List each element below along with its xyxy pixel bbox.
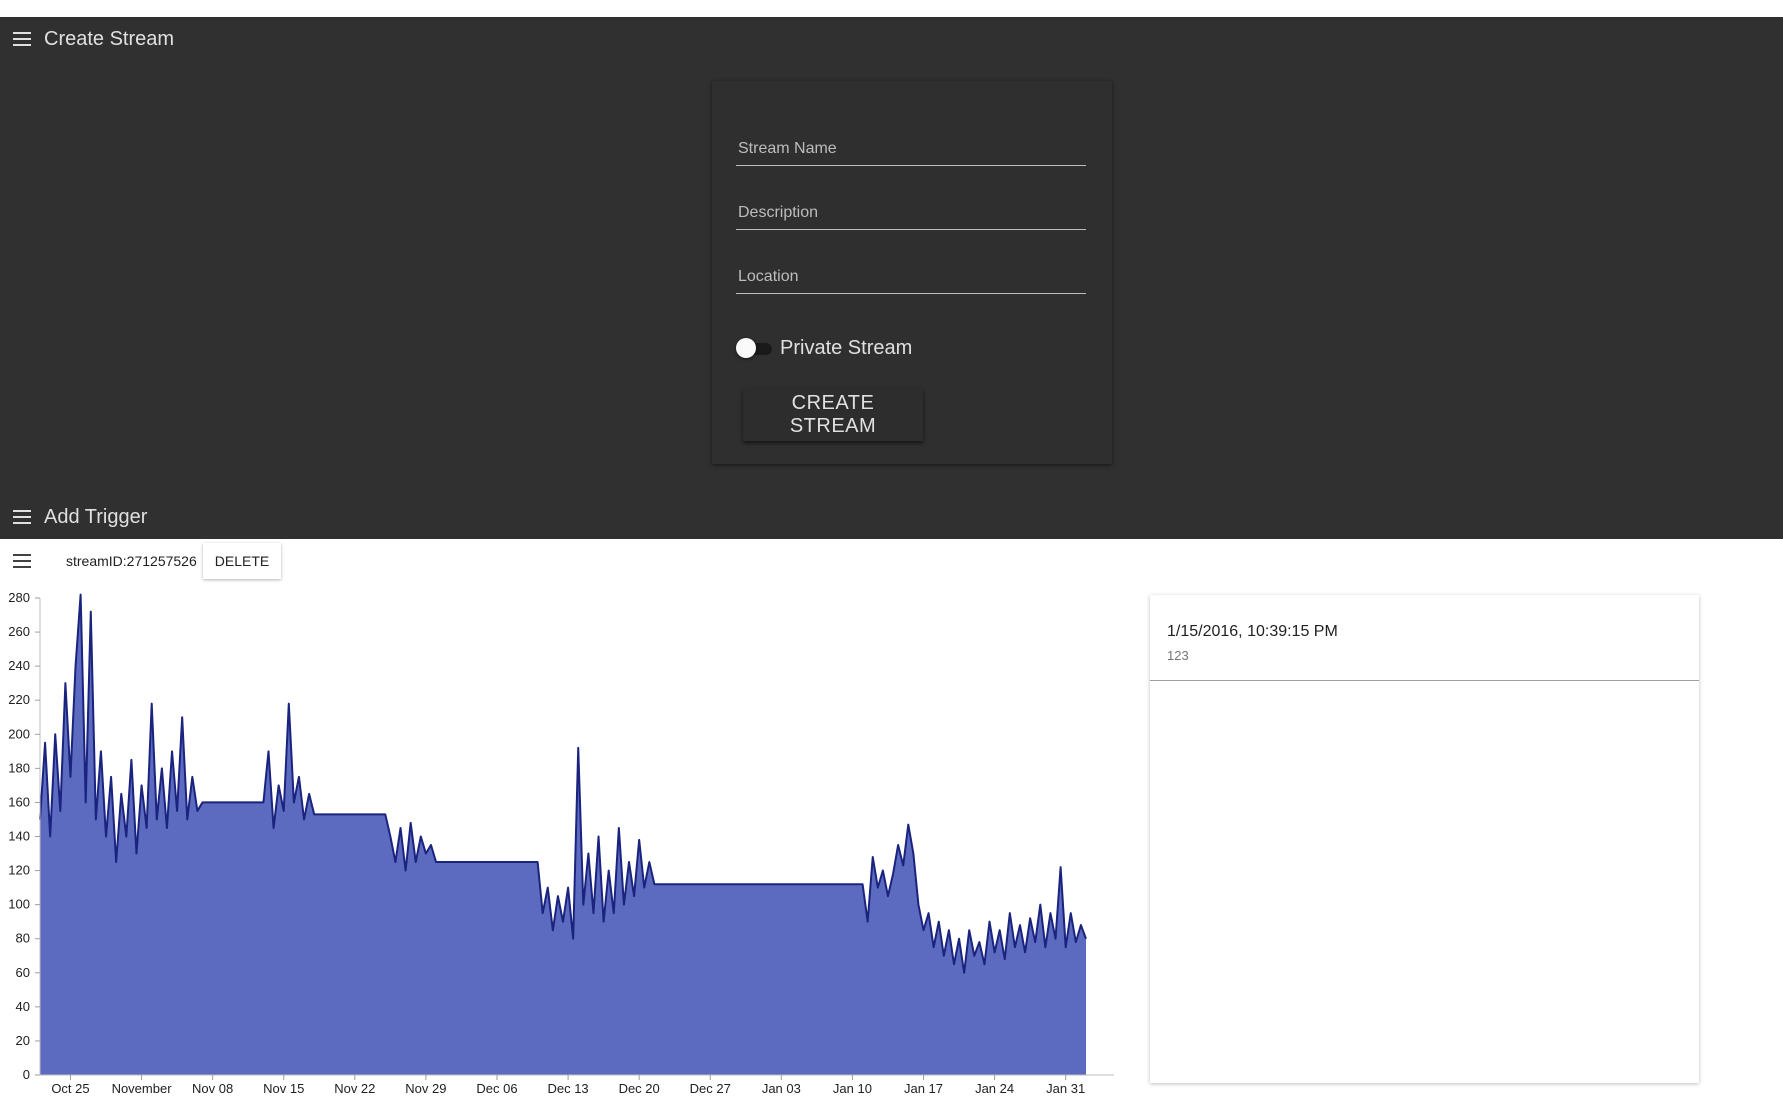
toggle-thumb (736, 338, 756, 358)
y-tick-label: 280 (8, 590, 30, 605)
dark-panel: Create Stream Private Stream CREATE STRE… (0, 17, 1783, 539)
series-area (40, 594, 1086, 1075)
y-tick-label: 180 (8, 760, 30, 775)
x-tick-label: Nov 22 (334, 1081, 375, 1096)
private-stream-label: Private Stream (780, 336, 913, 359)
stream-name-field[interactable] (736, 131, 1090, 166)
x-tick-label: Nov 08 (192, 1081, 233, 1096)
menu-icon[interactable] (4, 499, 40, 535)
list-item[interactable]: 1/15/2016, 10:39:15 PM 123 (1150, 595, 1699, 681)
add-trigger-title: Add Trigger (44, 505, 148, 528)
x-tick-label: November (112, 1081, 173, 1096)
x-tick-label: Dec 13 (547, 1081, 588, 1096)
x-tick-label: Dec 20 (619, 1081, 660, 1096)
y-tick-label: 80 (16, 931, 30, 946)
y-tick-label: 160 (8, 794, 30, 809)
window-top-strip (0, 0, 1783, 17)
description-field[interactable] (736, 195, 1090, 230)
x-tick-label: Dec 27 (690, 1081, 731, 1096)
description-input[interactable] (736, 203, 1090, 223)
menu-icon[interactable] (4, 21, 40, 57)
stream-data-chart: 0 20 40 60 80 100 120 140 160 180 200 220 240 260 280 O… (8, 590, 1114, 1096)
create-stream-button[interactable]: CREATE STREAM (743, 389, 923, 441)
delete-button[interactable]: DELETE (202, 543, 282, 579)
create-stream-form: Private Stream CREATE STREAM (712, 81, 1112, 464)
x-tick-label: Nov 29 (405, 1081, 446, 1096)
x-tick-label: Oct 25 (51, 1081, 89, 1096)
y-tick-label: 140 (8, 829, 30, 844)
x-tick-label: Jan 10 (833, 1081, 872, 1096)
x-tick-label: Jan 31 (1046, 1081, 1085, 1096)
stream-name-input[interactable] (736, 139, 1090, 159)
create-stream-title: Create Stream (44, 27, 175, 50)
private-stream-row: Private Stream (736, 333, 912, 363)
y-tick-label: 0 (23, 1067, 30, 1082)
y-tick-label: 40 (16, 999, 30, 1014)
y-tick-label: 60 (16, 965, 30, 980)
x-tick-label: Jan 24 (975, 1081, 1014, 1096)
location-input[interactable] (736, 267, 1090, 287)
x-tick-label: Jan 17 (904, 1081, 943, 1096)
list-item-timestamp: 1/15/2016, 10:39:15 PM (1167, 623, 1338, 640)
y-tick-label: 20 (16, 1033, 30, 1048)
x-tick-label: Dec 06 (476, 1081, 517, 1096)
menu-icon[interactable] (4, 543, 40, 579)
x-tick-label: Nov 15 (263, 1081, 304, 1096)
y-tick-label: 200 (8, 726, 30, 741)
add-trigger-appbar: Add Trigger (0, 495, 1783, 539)
y-tick-label: 260 (8, 624, 30, 639)
data-points-list: 1/15/2016, 10:39:15 PM 123 (1150, 595, 1699, 1083)
x-tick-label: Jan 03 (762, 1081, 801, 1096)
location-field[interactable] (736, 259, 1090, 294)
y-tick-label: 220 (8, 692, 30, 707)
create-stream-appbar: Create Stream (0, 17, 1783, 61)
stream-toolbar: streamID:271257526 DELETE (0, 539, 1783, 583)
y-tick-label: 120 (8, 863, 30, 878)
private-stream-toggle[interactable] (736, 337, 774, 359)
list-item-value: 123 (1167, 648, 1189, 663)
y-tick-label: 240 (8, 658, 30, 673)
stream-id-label: streamID:271257526 (66, 553, 197, 569)
y-tick-label: 100 (8, 897, 30, 912)
